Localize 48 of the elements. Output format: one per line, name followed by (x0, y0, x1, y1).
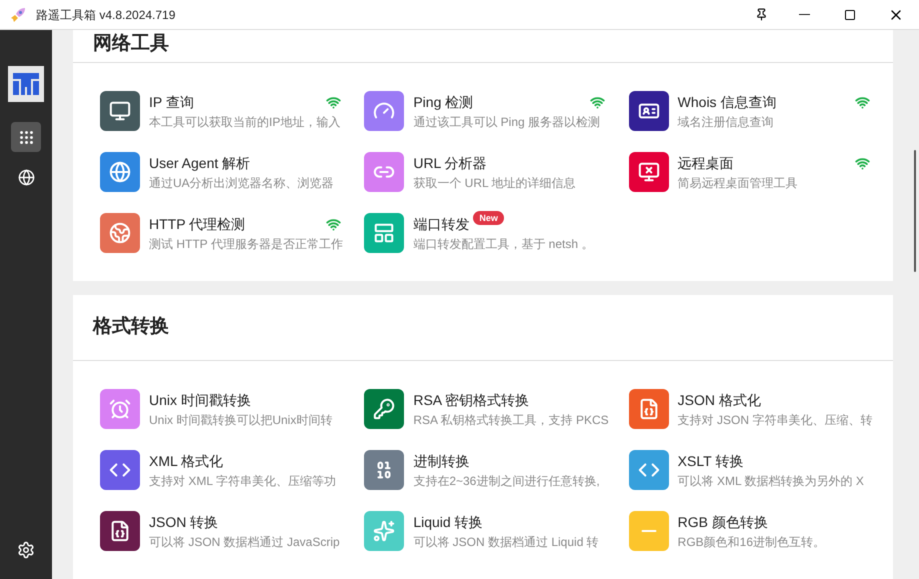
tool-title[interactable]: Ping 检测 (413, 92, 474, 112)
tool-title[interactable]: XSLT 转换 (678, 450, 744, 472)
section-title: 网络工具 (93, 32, 169, 56)
globe-icon (18, 168, 34, 186)
tool-title[interactable]: Whois 信息查询 (678, 92, 776, 112)
minimize-icon (798, 14, 810, 15)
tool-description: 获取一个 URL 地址的详细信息 (413, 175, 577, 192)
tool-description: Unix 时间戳转换可以把Unix时间转 (149, 412, 334, 429)
tool-description: 域名注册信息查询 (678, 114, 775, 131)
grid-icon (18, 128, 34, 146)
sidebar-item[interactable] (11, 122, 41, 152)
tool-description: 本工具可以获取当前的IP地址，输入 (149, 114, 341, 131)
tool-title[interactable]: HTTP 代理检测 (149, 214, 246, 234)
pin-icon (754, 8, 768, 21)
window-title: 路遥工具箱 v4.8.2024.719 (36, 6, 176, 24)
tool-description: 可以将 JSON 数据档通过 JavaScrip (149, 534, 341, 551)
tool-title[interactable]: 端口转发 (413, 214, 470, 234)
tool-description: 支持在2~36进制之间进行任意转换, (413, 473, 601, 490)
tool-title[interactable]: JSON 转换 (149, 512, 218, 532)
tool-title[interactable]: IP 查询 (149, 92, 194, 112)
tool-description: 支持对 XML 字符串美化、压缩等功 (149, 473, 337, 490)
tool-title[interactable]: Liquid 转换 (413, 512, 483, 532)
tool-description: 通过该工具可以 Ping 服务器以检测 (413, 114, 602, 131)
tool-title[interactable]: XML 格式化 (149, 450, 224, 472)
tool-description: RGB颜色和16进制色互转。 (678, 534, 826, 551)
rocket-icon (10, 6, 26, 22)
maximize-icon (844, 8, 856, 20)
tool-description: 可以将 XML 数据档转换为另外的 X (678, 473, 865, 490)
tool-description: 通过UA分析出浏览器名称、浏览器 (149, 175, 335, 192)
section-title: 格式转换 (93, 315, 169, 340)
tool-description: 简易远程桌面管理工具 (678, 175, 799, 192)
tool-title[interactable]: RGB 颜色转换 (678, 512, 768, 532)
app-logo (8, 66, 44, 102)
tool-description: 支持对 JSON 字符串美化、压缩、转 (678, 412, 870, 429)
tool-title[interactable]: JSON 格式化 (678, 390, 761, 410)
tool-description: 端口转发配置工具，基于 netsh 。 (413, 236, 594, 253)
tool-description: 可以将 JSON 数据档通过 Liquid 转 (413, 534, 600, 551)
scrollbar-thumb[interactable] (914, 150, 916, 272)
tool-description: 测试 HTTP 代理服务器是否正常工作 (149, 236, 341, 253)
tool-title[interactable]: 进制转换 (413, 450, 470, 472)
tool-title[interactable]: URL 分析器 (413, 152, 487, 174)
settings-icon[interactable] (17, 541, 35, 559)
tool-title[interactable]: User Agent 解析 (149, 152, 250, 174)
tool-title[interactable]: Unix 时间戳转换 (149, 390, 251, 410)
tool-description: RSA 私钥格式转换工具，支持 PKCS (413, 412, 606, 429)
tool-title[interactable]: 远程桌面 (678, 152, 734, 174)
tool-title[interactable]: RSA 密钥格式转换 (413, 390, 530, 410)
new-badge: New (473, 211, 504, 225)
